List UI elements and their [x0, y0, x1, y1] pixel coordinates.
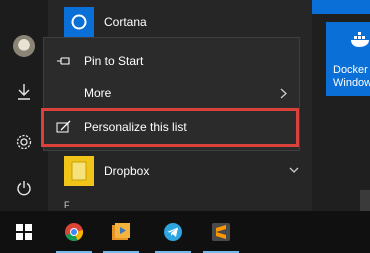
group-letter[interactable]: F	[64, 200, 70, 210]
highlight-box	[41, 108, 299, 147]
pin-icon	[56, 56, 72, 66]
app-label: Dropbox	[104, 164, 150, 178]
menu-item-label: More	[84, 86, 112, 100]
taskbar	[0, 211, 370, 253]
menu-item-label: Pin to Start	[84, 54, 144, 68]
chevron-right-icon	[280, 88, 287, 99]
top-tile[interactable]	[312, 0, 370, 14]
start-button[interactable]	[0, 211, 48, 253]
power-icon	[17, 181, 31, 196]
download-icon	[18, 84, 30, 100]
media-player-icon	[112, 223, 130, 240]
cortana-icon	[64, 7, 94, 37]
docker-tile[interactable]: Docker Window	[326, 22, 370, 96]
docker-tile-label-2: Window	[333, 77, 370, 89]
avatar	[13, 35, 35, 57]
dropbox-icon	[64, 156, 94, 186]
power-button[interactable]	[0, 166, 48, 210]
docker-tile-label: Docker	[333, 64, 368, 76]
menu-item-more[interactable]: More	[44, 76, 299, 110]
menu-item-pin-to-start[interactable]: Pin to Start	[44, 44, 299, 78]
telegram-icon	[164, 223, 182, 241]
sublime-text-icon	[212, 223, 230, 241]
docker-icon	[351, 32, 369, 47]
gear-icon	[16, 134, 32, 150]
chevron-down-icon[interactable]	[289, 166, 299, 174]
taskbar-media-player[interactable]	[97, 211, 145, 253]
start-rail	[0, 0, 48, 211]
app-list-item-cortana[interactable]: Cortana	[64, 6, 147, 38]
taskbar-telegram[interactable]	[149, 211, 197, 253]
taskbar-sublime-text[interactable]	[197, 211, 245, 253]
app-label: Cortana	[104, 15, 147, 29]
tiles-area: Docker Window	[312, 0, 370, 211]
windows-start-icon	[16, 224, 32, 240]
chrome-icon	[65, 223, 84, 242]
app-list-item-dropbox[interactable]: Dropbox	[64, 155, 149, 187]
user-avatar[interactable]	[0, 24, 48, 68]
scrollbar[interactable]	[360, 190, 370, 211]
taskbar-chrome[interactable]	[50, 211, 98, 253]
